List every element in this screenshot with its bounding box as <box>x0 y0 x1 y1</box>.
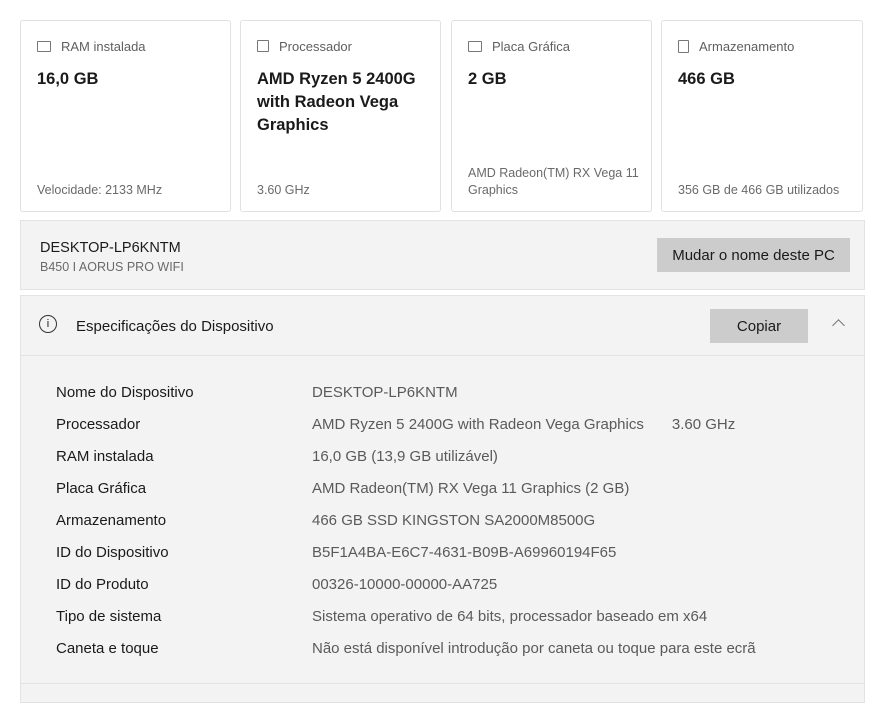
next-section <box>20 683 865 703</box>
spec-label: Armazenamento <box>56 511 167 529</box>
device-name-section: DESKTOP-LP6KNTM B450 I AORUS PRO WIFI Mu… <box>20 220 865 290</box>
card-sub: 3.60 GHz <box>257 183 310 197</box>
graphics-card-icon <box>468 40 482 52</box>
card-label: RAM instalada <box>61 38 146 54</box>
device-model: B450 I AORUS PRO WIFI <box>40 260 184 274</box>
spec-label: ID do Dispositivo <box>56 543 169 561</box>
spec-value: DESKTOP-LP6KNTM <box>312 383 458 401</box>
card-value: AMD Ryzen 5 2400G with Radeon Vega Graph… <box>257 70 416 134</box>
specs-title: Especificações do Dispositivo <box>76 318 274 335</box>
storage-icon <box>678 39 689 53</box>
graphics-card: Placa Gráfica 2 GB AMD Radeon(TM) RX Veg… <box>451 20 652 212</box>
storage-card: Armazenamento 466 GB 356 GB de 466 GB ut… <box>661 20 863 212</box>
spec-label: ID do Produto <box>56 575 149 593</box>
spec-value: 00326-10000-00000-AA725 <box>312 575 498 593</box>
spec-value: AMD Radeon(TM) RX Vega 11 Graphics (2 GB… <box>312 479 630 497</box>
spec-label: Placa Gráfica <box>56 479 147 497</box>
spec-label: Caneta e toque <box>56 639 159 657</box>
info-icon: i <box>39 315 57 333</box>
spec-label: Processador <box>56 415 141 433</box>
memory-icon <box>37 40 51 52</box>
spec-row: ID do Dispositivo B5F1A4BA-E6C7-4631-B09B… <box>56 542 616 562</box>
processor-icon <box>257 40 269 52</box>
card-label: Processador <box>279 38 352 54</box>
card-value: 16,0 GB <box>37 70 99 88</box>
spec-row: Placa Gráfica AMD Radeon(TM) RX Vega 11 G… <box>56 478 629 498</box>
spec-row: Caneta e toque Não está disponível introd… <box>56 638 756 658</box>
spec-value: 16,0 GB (13,9 GB utilizável) <box>312 447 498 465</box>
spec-row: Tipo de sistema Sistema operativo de 64 b… <box>56 606 707 626</box>
spec-label: Nome do Dispositivo <box>56 383 194 401</box>
chevron-up-icon[interactable] <box>832 319 845 332</box>
spec-row: RAM instalada 16,0 GB (13,9 GB utilizável… <box>56 446 498 466</box>
card-sub: 356 GB de 466 GB utilizados <box>678 183 840 197</box>
device-name: DESKTOP-LP6KNTM <box>40 240 181 256</box>
spec-label: RAM instalada <box>56 447 154 465</box>
spec-row: Nome do Dispositivo DESKTOP-LP6KNTM <box>56 382 458 402</box>
spec-value: Não está disponível introdução por canet… <box>312 639 756 657</box>
spec-row: Armazenamento 466 GB SSD KINGSTON SA2000M… <box>56 510 595 530</box>
specs-header[interactable]: i Especificações do Dispositivo Copiar <box>21 296 864 356</box>
spec-value: Sistema operativo de 64 bits, processado… <box>312 607 708 625</box>
processor-card: Processador AMD Ryzen 5 2400G with Radeo… <box>240 20 441 212</box>
rename-pc-button[interactable]: Mudar o nome deste PC <box>657 238 850 272</box>
spec-value-extra: 3.60 GHz <box>671 415 736 433</box>
spec-row: ID do Produto 00326-10000-00000-AA725 <box>56 574 497 594</box>
spec-value: 466 GB SSD KINGSTON SA2000M8500G <box>312 511 596 529</box>
card-label: Placa Gráfica <box>492 38 571 54</box>
ram-card: RAM instalada 16,0 GB Velocidade: 2133 M… <box>20 20 231 212</box>
card-label: Armazenamento <box>699 38 795 54</box>
spec-value: B5F1A4BA-E6C7-4631-B09B-A69960194F65 <box>312 543 617 561</box>
card-value: 2 GB <box>468 70 507 88</box>
card-value: 466 GB <box>678 70 735 88</box>
spec-label: Tipo de sistema <box>56 607 162 625</box>
card-sub: Velocidade: 2133 MHz <box>37 183 163 197</box>
spec-value: AMD Ryzen 5 2400G with Radeon Vega Graph… <box>312 415 644 433</box>
card-sub: AMD Radeon(TM) RX Vega 11 Graphics <box>468 166 639 197</box>
spec-row: Processador AMD Ryzen 5 2400G with Radeon… <box>56 414 735 434</box>
copy-button[interactable]: Copiar <box>710 309 808 343</box>
